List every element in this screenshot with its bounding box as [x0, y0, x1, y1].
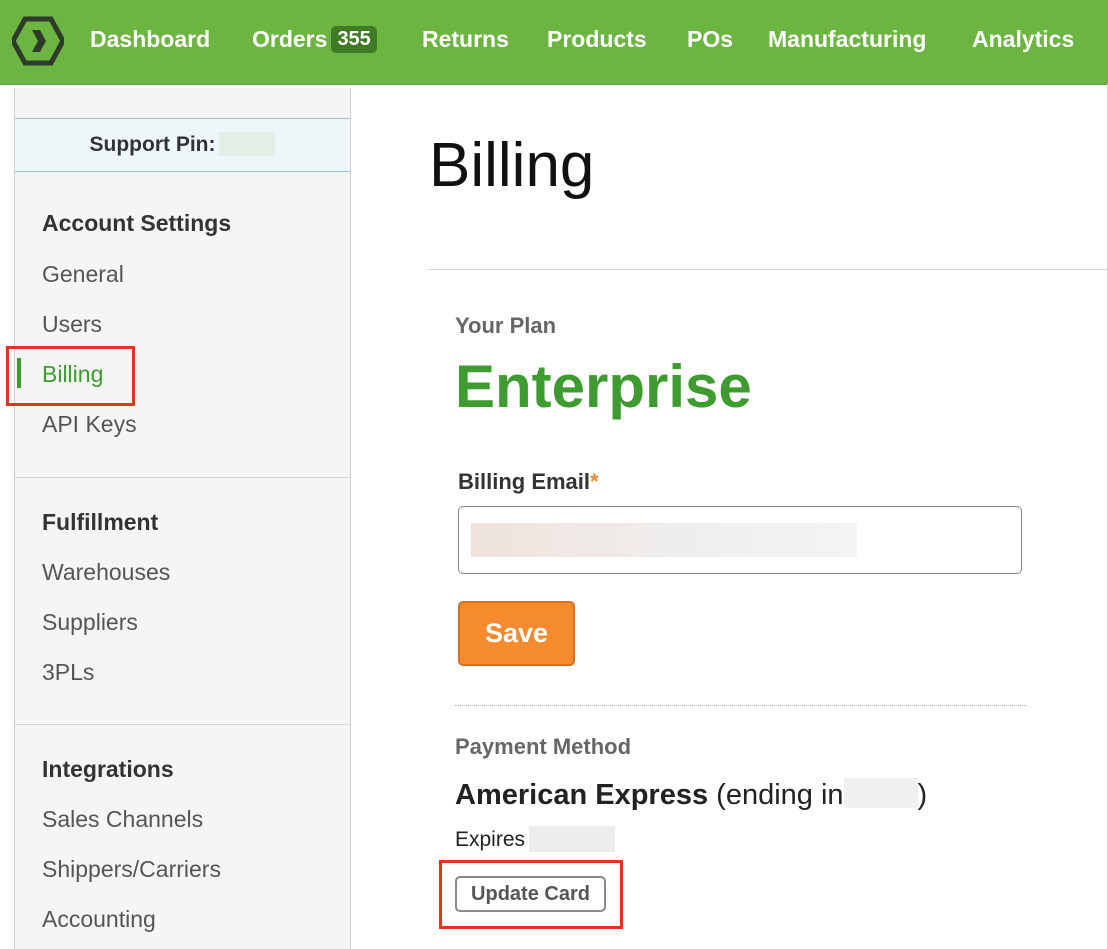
- billing-email-label: Billing Email*: [458, 469, 599, 495]
- card-ending-suffix: ): [917, 779, 928, 811]
- sidebar-item-warehouses[interactable]: Warehouses: [42, 559, 170, 586]
- billing-email-field[interactable]: [458, 506, 1022, 574]
- page-title: Billing: [429, 131, 595, 200]
- sidebar-item-accounting[interactable]: Accounting: [42, 906, 156, 933]
- sidebar-item-suppliers[interactable]: Suppliers: [42, 609, 138, 636]
- section-title-account-settings: Account Settings: [42, 210, 232, 236]
- payment-method-label: Payment Method: [455, 734, 632, 759]
- settings-sidebar: Support Pin: Account Settings General Us…: [14, 88, 351, 949]
- nav-pos[interactable]: POs: [687, 26, 733, 53]
- required-mark: *: [590, 469, 599, 494]
- card-ending-prefix: (ending in: [716, 779, 844, 811]
- sidebar-item-api-keys[interactable]: API Keys: [42, 411, 137, 438]
- billing-email-label-text: Billing Email: [458, 469, 591, 494]
- nav-manufacturing[interactable]: Manufacturing: [768, 26, 926, 53]
- highlight-billing: [6, 346, 135, 406]
- app-logo-icon[interactable]: [12, 16, 64, 66]
- support-pin-value-redacted: [219, 132, 276, 156]
- billing-email-value-redacted: [471, 523, 857, 557]
- save-button[interactable]: Save: [458, 601, 575, 666]
- orders-count-badge: 355: [331, 26, 377, 53]
- plan-label: Your Plan: [455, 313, 557, 338]
- expires-label: Expires: [455, 828, 526, 851]
- sidebar-item-general[interactable]: General: [42, 261, 124, 288]
- sidebar-item-users[interactable]: Users: [42, 311, 102, 338]
- nav-returns[interactable]: Returns: [422, 26, 509, 53]
- card-summary: American Express (ending in): [455, 778, 927, 812]
- nav-analytics[interactable]: Analytics: [972, 26, 1074, 53]
- card-expiry: Expires: [455, 826, 616, 852]
- sidebar-item-shippers-carriers[interactable]: Shippers/Carriers: [42, 856, 221, 883]
- title-divider: [427, 269, 1108, 270]
- nav-orders-label: Orders: [252, 26, 328, 52]
- nav-products[interactable]: Products: [547, 26, 647, 53]
- support-pin-label: Support Pin:: [89, 133, 216, 156]
- nav-orders[interactable]: Orders 355: [252, 26, 377, 53]
- sidebar-item-sales-channels[interactable]: Sales Channels: [42, 806, 203, 833]
- expiry-date-redacted: [529, 826, 616, 852]
- section-title-fulfillment: Fulfillment: [42, 509, 159, 535]
- card-last-digits-redacted: [843, 778, 918, 808]
- card-brand: American Express: [455, 779, 709, 811]
- top-nav: Dashboard Orders 355 Returns Products POs…: [0, 0, 1108, 85]
- sidebar-divider: [15, 724, 350, 725]
- section-divider: [455, 705, 1027, 706]
- sidebar-item-3pls[interactable]: 3PLs: [42, 659, 94, 686]
- support-pin: Support Pin:: [15, 118, 350, 172]
- highlight-update-card: [439, 860, 623, 929]
- nav-dashboard[interactable]: Dashboard: [90, 26, 210, 53]
- sidebar-divider: [15, 477, 350, 478]
- plan-name: Enterprise: [455, 353, 752, 420]
- section-title-integrations: Integrations: [42, 756, 174, 782]
